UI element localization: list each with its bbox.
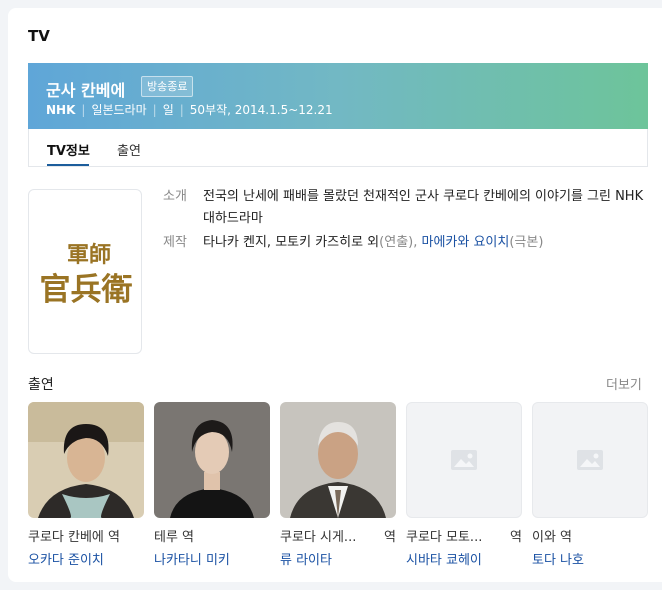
cast-item[interactable]: 테루 역 나카타니 미키 xyxy=(154,402,270,568)
production-people: 타나카 켄지, 모토키 카즈히로 외 xyxy=(203,235,380,250)
cast-role: 쿠로다 칸베에 역 xyxy=(28,530,120,545)
cast-item[interactable]: 쿠로다 시게... 역 류 라이타 xyxy=(280,402,396,568)
production-role-writing: (극본) xyxy=(509,235,544,250)
cast-role: 쿠로다 시게... 역 xyxy=(280,530,396,545)
meta-genre: 일본드라마 xyxy=(91,103,147,117)
image-placeholder-icon xyxy=(451,450,477,470)
image-placeholder-icon xyxy=(577,450,603,470)
actor-name-link[interactable]: 오카다 준이치 xyxy=(28,549,144,568)
program-poster[interactable]: 軍師 官兵衛 xyxy=(28,189,142,354)
intro-text: 전국의 난세에 패배를 몰랐던 천재적인 군사 쿠로다 칸베에의 이야기를 그린… xyxy=(203,189,644,226)
tab-cast[interactable]: 출연 xyxy=(117,140,141,159)
program-info: 소개 전국의 난세에 패배를 몰랐던 천재적인 군사 쿠로다 칸베에의 이야기를… xyxy=(163,186,653,254)
meta-broadcaster: NHK xyxy=(46,103,76,117)
cast-photo[interactable] xyxy=(154,402,270,518)
status-badge: 방송종료 xyxy=(141,76,194,97)
program-banner: 군사 칸베에 방송종료 NHK | 일본드라마 | 일 | 50부작, 2014.1.5~1… xyxy=(28,63,648,129)
meta-day: 일 xyxy=(162,103,174,117)
actor-name-link[interactable]: 나카타니 미키 xyxy=(154,549,270,568)
intro-label: 소개 xyxy=(163,189,187,204)
section-title: TV xyxy=(28,27,50,45)
poster-logo-bottom: 官兵衛 xyxy=(40,272,133,308)
poster-logo: 軍師 官兵衛 xyxy=(40,242,133,308)
cast-item[interactable]: 쿠로다 모토... 역 시바타 쿄헤이 xyxy=(406,402,522,568)
actor-name-link[interactable]: 류 라이타 xyxy=(280,549,396,568)
production-label: 제작 xyxy=(163,235,187,250)
cast-role: 쿠로다 모토... 역 xyxy=(406,530,522,545)
more-link[interactable]: 더보기 xyxy=(606,374,642,393)
cast-role: 테루 역 xyxy=(154,530,195,545)
tv-info-card: TV 군사 칸베에 방송종료 NHK | 일본드라마 | 일 | 50부작, 2014.1.… xyxy=(8,8,662,582)
intro-row: 소개 전국의 난세에 패배를 몰랐던 천재적인 군사 쿠로다 칸베에의 이야기를… xyxy=(163,186,653,230)
tab-bar: TV정보 출연 xyxy=(28,129,648,167)
cast-photo-placeholder[interactable] xyxy=(406,402,522,518)
program-title[interactable]: 군사 칸베에 xyxy=(46,77,125,101)
actor-name-link[interactable]: 시바타 쿄헤이 xyxy=(406,549,522,568)
cast-role: 이와 역 xyxy=(532,530,573,545)
cast-photo[interactable] xyxy=(28,402,144,518)
cast-photo[interactable] xyxy=(280,402,396,518)
cast-item[interactable]: 쿠로다 칸베에 역 오카다 준이치 xyxy=(28,402,144,568)
cast-photo-placeholder[interactable] xyxy=(532,402,648,518)
writer-link[interactable]: 마에카와 요이치 xyxy=(422,235,510,250)
cast-section-title: 출연 xyxy=(28,377,54,393)
cast-item[interactable]: 이와 역 토다 나호 xyxy=(532,402,648,568)
actor-name-link[interactable]: 토다 나호 xyxy=(532,549,648,568)
active-tab-indicator xyxy=(47,164,89,166)
tab-tv-info[interactable]: TV정보 xyxy=(47,140,90,159)
meta-episodes-dates: 50부작, 2014.1.5~12.21 xyxy=(189,103,333,117)
program-meta: NHK | 일본드라마 | 일 | 50부작, 2014.1.5~12.21 xyxy=(46,103,333,117)
production-row: 제작 타나카 켄지, 모토키 카즈히로 외(연출), 마에카와 요이치(극본) xyxy=(163,232,653,254)
production-role-directing: (연출), xyxy=(379,235,418,250)
poster-logo-top: 軍師 xyxy=(67,242,111,268)
